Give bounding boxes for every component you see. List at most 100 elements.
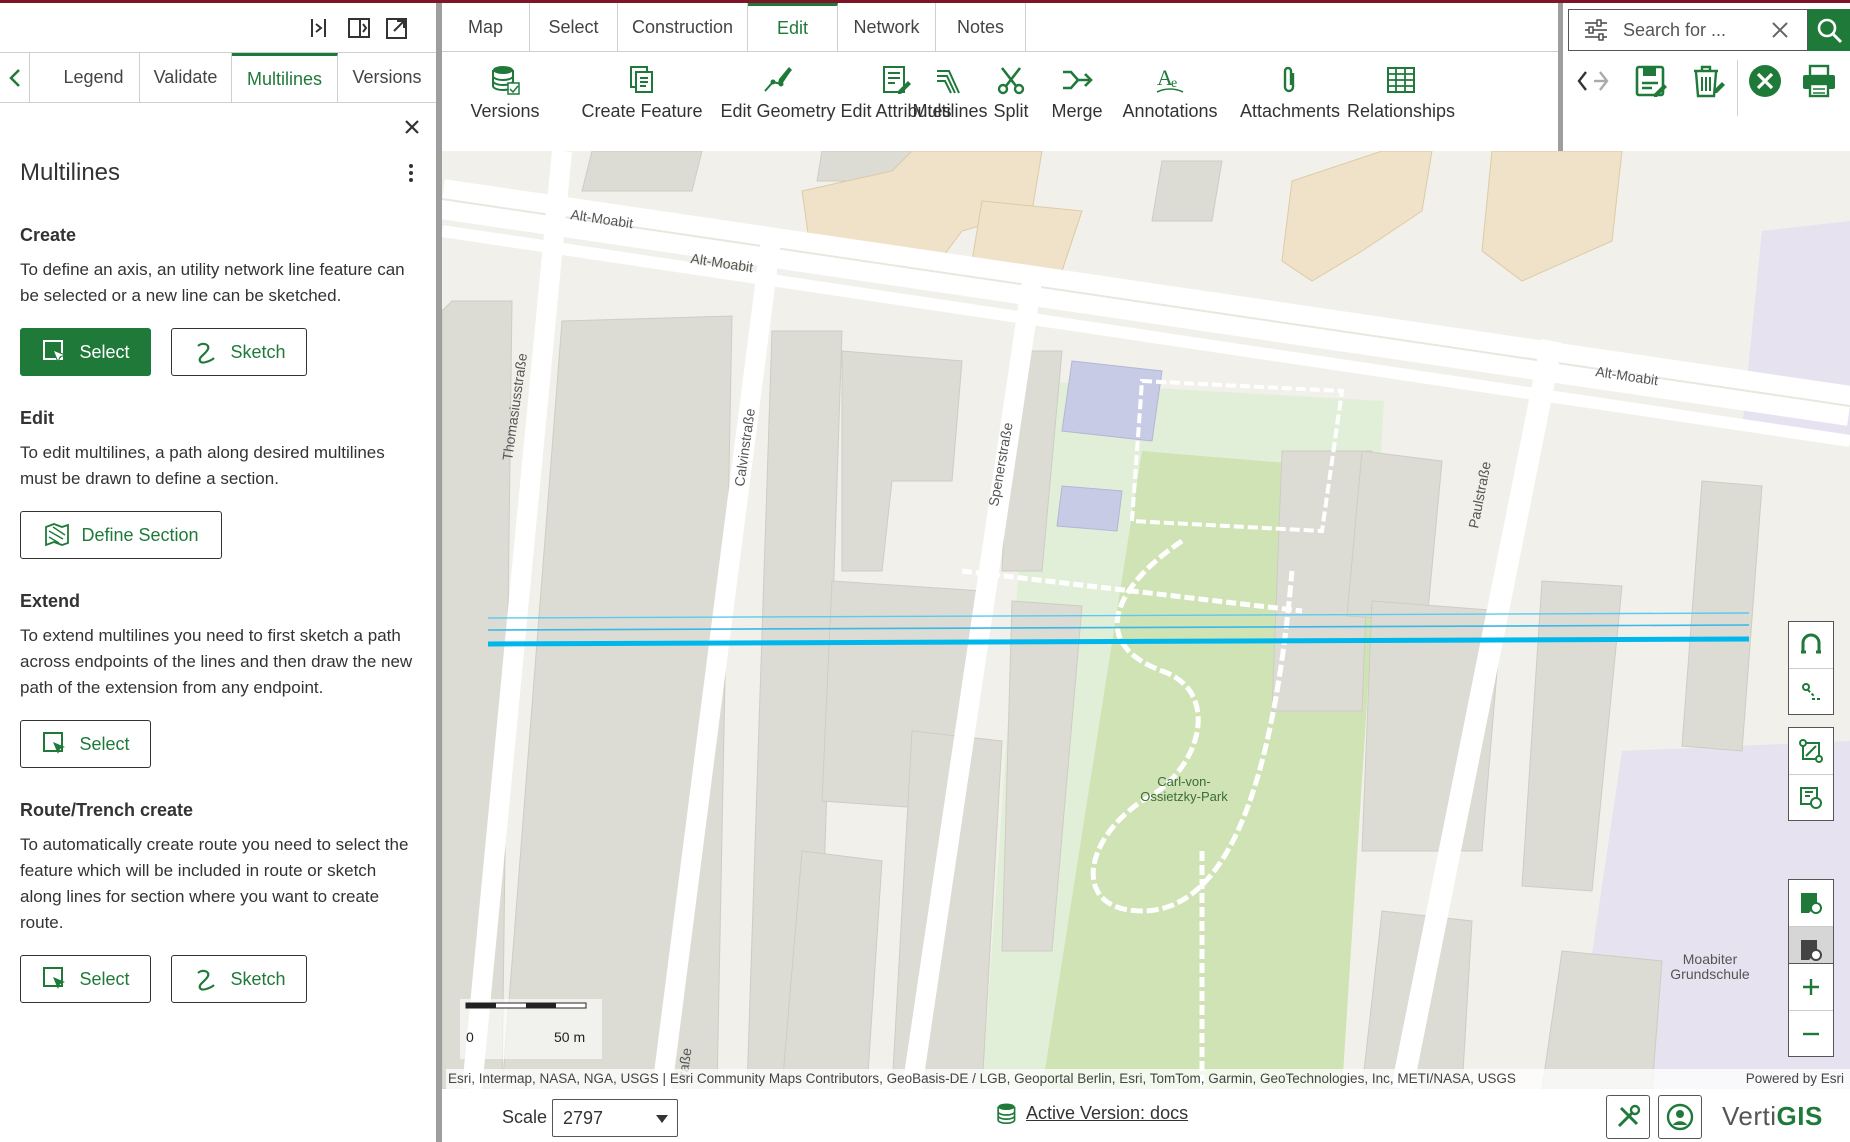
tab-validate-label: Validate: [153, 67, 218, 87]
search-box[interactable]: Search for ...: [1568, 9, 1808, 51]
route-section-title: Route/Trench create: [20, 800, 194, 820]
layer-sketch-icon: [1801, 893, 1822, 914]
panel-title: Multilines: [20, 159, 121, 186]
vertex-edit-button[interactable]: [1789, 728, 1833, 775]
school-label-line-2: Grundschule: [1670, 966, 1750, 982]
attachments-tool[interactable]: Attachments: [1232, 63, 1348, 122]
scale-bar-distance: 50 m: [554, 1029, 586, 1045]
scale-label: Scale: [502, 1107, 548, 1127]
tab-validate[interactable]: Validate: [140, 53, 232, 102]
map-view[interactable]: Alt-Moabit Alt-Moabit Alt-Moabit Thomasi…: [442, 151, 1850, 1089]
plus-icon: [1803, 979, 1819, 995]
route-sketch-button[interactable]: Sketch: [171, 955, 307, 1003]
edit-section-text: To edit multilines, a path along desired…: [20, 443, 385, 488]
tab-edit[interactable]: Edit: [748, 3, 838, 51]
snapping-toggle-button[interactable]: [1789, 622, 1833, 669]
close-icon[interactable]: [398, 113, 426, 141]
relationships-tool-label: Relationships: [1346, 101, 1456, 121]
powered-by-link[interactable]: Powered by Esri: [1746, 1071, 1844, 1086]
zoom-out-button[interactable]: [1789, 1011, 1833, 1057]
more-options-icon[interactable]: [404, 161, 418, 185]
sketch-mode-button-1[interactable]: [1789, 880, 1833, 927]
print-icon[interactable]: [1800, 62, 1838, 100]
tab-select[interactable]: Select: [530, 3, 618, 51]
trace-button[interactable]: [1789, 669, 1833, 715]
chevron-left-icon: [8, 68, 20, 87]
define-section-button[interactable]: Define Section: [20, 511, 222, 559]
layer-edit-icon: [1800, 787, 1822, 809]
tab-construction[interactable]: Construction: [618, 3, 748, 51]
tab-network-label: Network: [853, 16, 920, 37]
scale-bar-zero: 0: [466, 1029, 474, 1045]
relationships-tool[interactable]: Relationships: [1338, 63, 1464, 122]
extend-section-text: To extend multilines you need to first s…: [20, 626, 413, 697]
save-edits-icon[interactable]: [1632, 62, 1670, 100]
snapping-controls: [1788, 621, 1834, 715]
main-tab-bar: Map Select Construction Edit Network Not…: [442, 3, 1560, 52]
route-sketch-label: Sketch: [230, 968, 286, 989]
select-cursor-icon: [43, 967, 66, 989]
tab-legend-label: Legend: [63, 67, 124, 87]
scissors-icon: [997, 67, 1025, 95]
tab-multilines[interactable]: Multilines: [232, 53, 338, 102]
versions-tool-label: Versions: [470, 101, 540, 121]
attachments-tool-label: Attachments: [1239, 101, 1341, 121]
clear-search-icon[interactable]: [1769, 19, 1791, 41]
cancel-icon[interactable]: [1746, 62, 1784, 100]
tab-legend[interactable]: Legend: [48, 53, 140, 102]
split-tool-label: Split: [993, 101, 1029, 121]
park-label-line-1: Carl-von-: [1157, 774, 1210, 789]
sketch-mode-controls: [1788, 879, 1834, 973]
search-button[interactable]: [1808, 9, 1850, 51]
pop-out-icon[interactable]: [384, 15, 410, 41]
versions-icon: [997, 1103, 1016, 1125]
paperclip-icon: [1283, 66, 1295, 93]
search-options-icon[interactable]: [1583, 18, 1609, 42]
caret-down-icon: [656, 1115, 668, 1123]
annotations-icon: Ae: [1156, 65, 1184, 93]
tab-map[interactable]: Map: [442, 3, 530, 51]
account-button[interactable]: [1658, 1095, 1702, 1139]
map-attribution: Esri, Intermap, NASA, NGA, USGS | Esri C…: [446, 1069, 1850, 1089]
sketch-icon: [197, 342, 216, 364]
tab-map-label: Map: [467, 16, 503, 37]
extend-select-button[interactable]: Select: [20, 720, 151, 768]
scale-bar-graphic: [465, 1002, 587, 1009]
create-select-button[interactable]: Select: [20, 328, 151, 376]
user-icon: [1666, 1103, 1694, 1131]
dock-left-icon[interactable]: [306, 15, 332, 41]
minus-icon: [1803, 1032, 1819, 1036]
route-select-button[interactable]: Select: [20, 955, 151, 1003]
merge-tool[interactable]: Merge: [1032, 63, 1122, 122]
zoom-in-button[interactable]: [1789, 964, 1833, 1011]
tab-versions-label: Versions: [352, 67, 422, 87]
tab-versions[interactable]: Versions: [338, 53, 436, 102]
split-panel-icon[interactable]: [346, 15, 372, 41]
tools-button[interactable]: [1606, 1095, 1650, 1139]
scale-value: 2797: [563, 1108, 604, 1128]
multilines-icon: [937, 70, 960, 94]
edit-geometry-icon: [764, 67, 792, 92]
active-version-link[interactable]: Active Version: docs: [1026, 1103, 1188, 1124]
annotations-tool[interactable]: Ae Annotations: [1112, 63, 1228, 122]
layer-snap-button[interactable]: [1789, 775, 1833, 821]
tab-back-button[interactable]: [0, 53, 30, 102]
tab-multilines-label: Multilines: [246, 68, 323, 89]
tab-construction-label: Construction: [631, 16, 734, 37]
discard-edits-icon[interactable]: [1688, 62, 1726, 100]
select-cursor-icon: [43, 732, 66, 754]
undo-redo-icon[interactable]: [1574, 62, 1612, 100]
tab-notes[interactable]: Notes: [936, 3, 1026, 51]
create-sketch-button[interactable]: Sketch: [171, 328, 307, 376]
search-icon: [1817, 18, 1843, 44]
scale-select[interactable]: 2797: [552, 1099, 678, 1137]
tab-network[interactable]: Network: [838, 3, 936, 51]
edit-section-title: Edit: [20, 408, 54, 428]
search-input[interactable]: Search for ...: [1623, 20, 1726, 41]
attribution-text: Esri, Intermap, NASA, NGA, USGS | Esri C…: [448, 1071, 1516, 1086]
zoom-controls: [1788, 963, 1834, 1057]
merge-icon: [1063, 70, 1093, 90]
create-feature-icon: [630, 66, 653, 93]
create-section-title: Create: [20, 225, 77, 245]
tools-icon: [1617, 1104, 1641, 1128]
